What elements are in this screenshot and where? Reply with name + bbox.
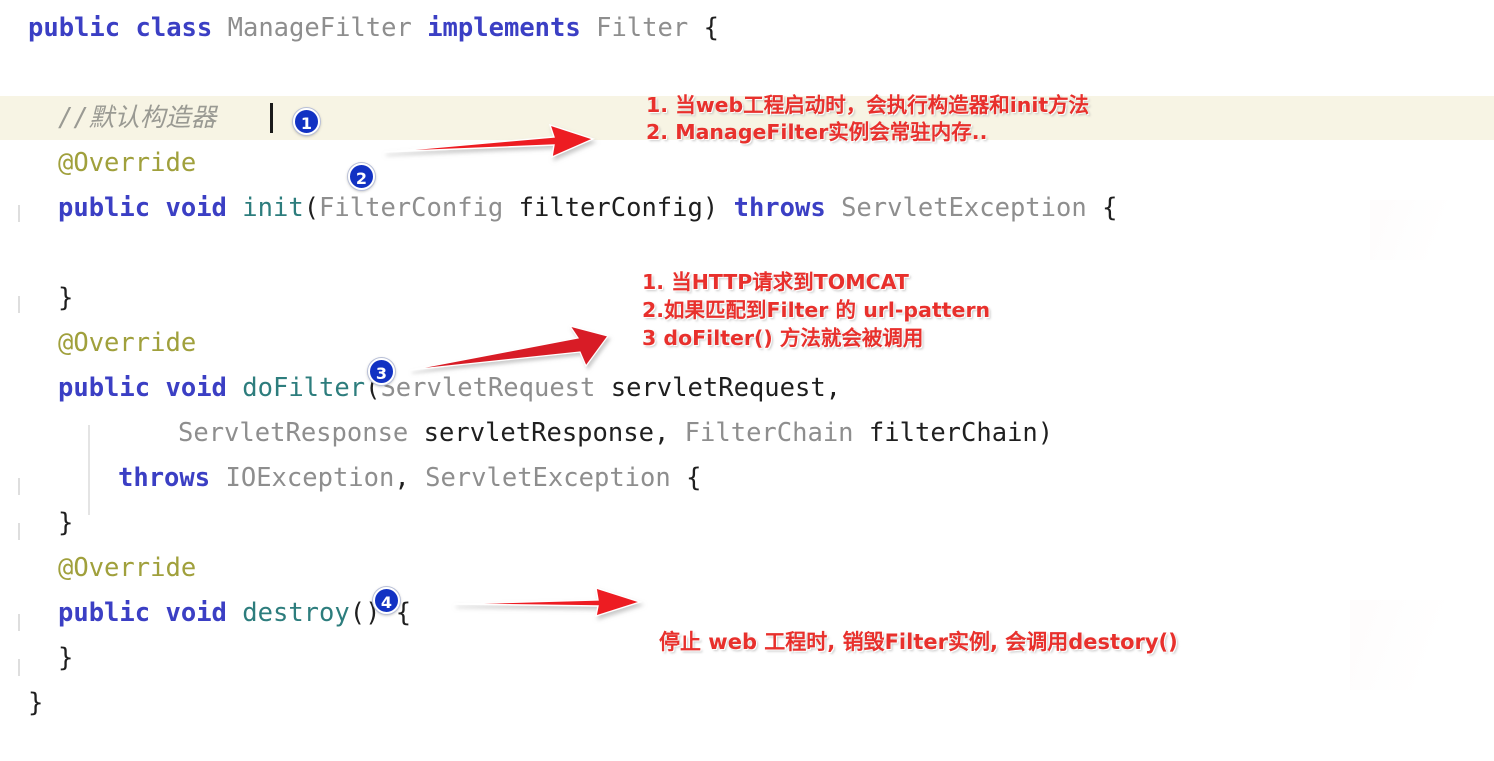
code-token: throws [733,193,826,223]
badge-1: 1 [293,108,320,135]
code-token: } [58,643,74,673]
code-token: IOException [225,463,395,493]
code-token: void [165,193,227,223]
code-token: servletResponse, [423,418,685,448]
annotation-line: 停止 web 工程时, 销毁Filter实例, 会调用destory() [659,630,1178,654]
badge-2: 2 [348,163,375,190]
code-token: public [58,193,151,223]
arrow-to-startup-note-icon [383,123,595,159]
annotation-line: 3 doFilter() 方法就会被调用 [642,326,924,350]
code-token: ServletException [841,193,1087,223]
code-token: ) [702,193,734,223]
code-token: } [28,688,44,718]
code-token: { [670,463,702,493]
code-token: public [28,13,121,43]
note-shutdown-destroy: 停止 web 工程时, 销毁Filter实例, 会调用destory() [659,628,1178,656]
code-token: @Override [58,328,197,358]
code-token: @Override [58,553,197,583]
code-token: filterConfig [518,193,703,223]
line-init-signature: public void init(FilterConfig filterConf… [0,186,1494,231]
line-dofilter-throws: throws IOException, ServletException { [0,456,1494,501]
code-token: class [135,13,213,43]
line-close-class: } [0,681,1494,726]
code-token: init [242,193,304,223]
code-token: throws [118,463,211,493]
annotation-line: 1. 当web工程启动时，会执行构造器和init方法 [646,93,1090,117]
line-dofilter-params-2: ServletResponse servletResponse, FilterC… [0,411,1494,456]
code-token: ServletResponse [178,418,409,448]
code-token: } [58,283,74,313]
code-token: ManageFilter [227,13,412,43]
arrow-to-destroy-note-icon [453,586,643,618]
code-token: { [1086,193,1118,223]
code-token: void [165,598,227,628]
annotation-line: 2.如果匹配到Filter 的 url-pattern [642,298,991,322]
code-token: ServletException [425,463,671,493]
line-close-dofilter: } [0,501,1494,546]
code-token: Filter [596,13,689,43]
code-token: //默认构造器 [58,103,217,133]
line-blank-1 [0,51,1494,96]
code-token: servletRequest, [610,373,842,403]
note-lifecycle-startup: 1. 当web工程启动时，会执行构造器和init方法 2. ManageFilte… [646,92,1089,146]
line-class-decl: public class ManageFilter implements Fil… [0,6,1494,51]
line-dofilter-signature: public void doFilter(ServletRequest serv… [0,366,1494,411]
note-request-dofilter: 1. 当HTTP请求到TOMCAT 2.如果匹配到Filter 的 url-pat… [642,268,990,352]
badge-3: 3 [368,358,395,385]
line-override-1: @Override [0,141,1494,186]
arrow-to-request-note-icon [409,325,610,371]
code-editor-canvas[interactable]: public class ManageFilter implements Fil… [0,0,1494,761]
code-token: FilterConfig [319,193,504,223]
code-token: doFilter [242,373,366,403]
code-token: public [58,373,151,403]
code-token: destroy [242,598,350,628]
code-token: public [58,598,151,628]
code-token: implements [427,13,581,43]
code-token: { [688,13,719,43]
code-token: } [58,508,74,538]
code-token: FilterChain [684,418,854,448]
annotation-line: 1. 当HTTP请求到TOMCAT [642,270,909,294]
line-override-3: @Override [0,546,1494,591]
code-token: ( [303,193,320,223]
badge-4: 4 [373,587,400,614]
code-token: void [165,373,227,403]
code-token: filterChain [868,418,1038,448]
annotation-line: 2. ManageFilter实例会常驻内存.. [646,120,988,144]
code-token: @Override [58,148,197,178]
text-caret [270,103,273,133]
code-token: , [394,463,426,493]
code-token: ) [1037,418,1054,448]
